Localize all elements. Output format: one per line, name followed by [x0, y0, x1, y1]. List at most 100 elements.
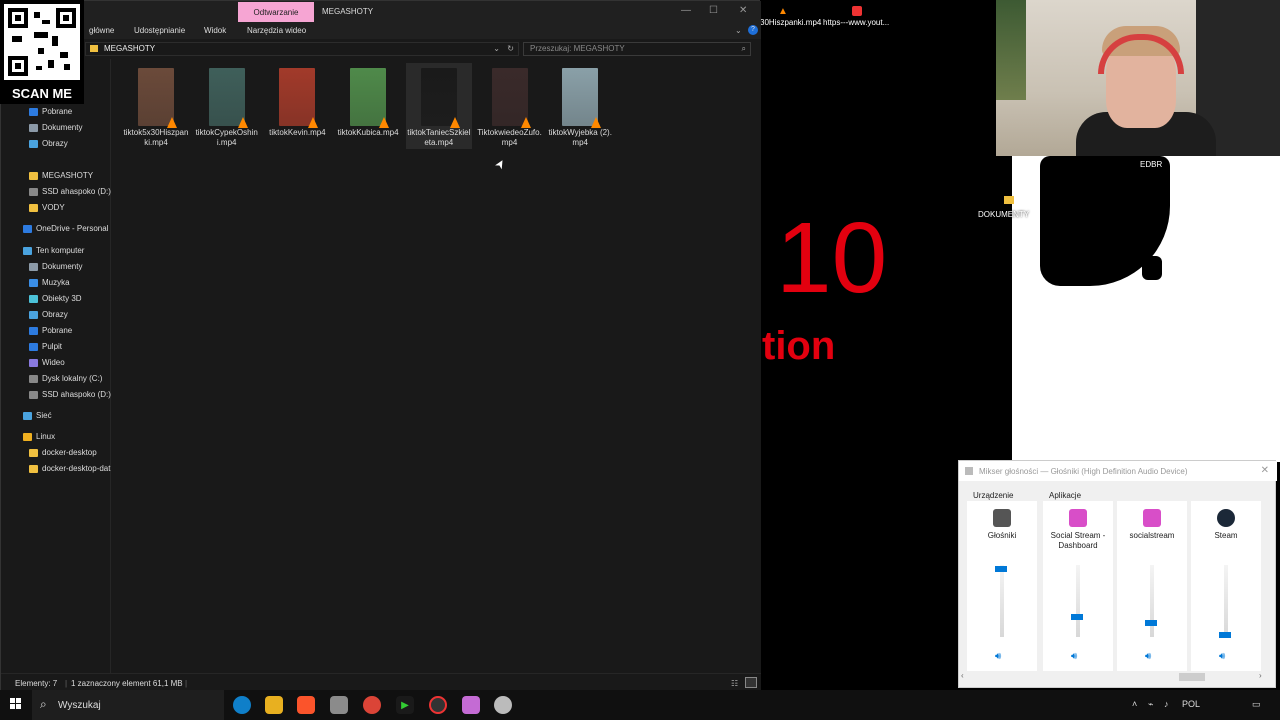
nav-item[interactable]: Obrazy: [29, 139, 68, 148]
ribbon-share[interactable]: Udostępnianie: [134, 26, 185, 35]
obs-icon[interactable]: [429, 696, 447, 714]
mute-speaker-icon[interactable]: 🔊︎: [1071, 651, 1077, 662]
nav-item[interactable]: Dysk lokalny (C:): [29, 374, 102, 383]
file-item[interactable]: tiktokKevin.mp4: [264, 59, 330, 138]
link-icon[interactable]: [852, 6, 862, 16]
app-icon[interactable]: [494, 696, 512, 714]
nav-item[interactable]: Wideo: [29, 358, 65, 367]
nav-item[interactable]: Ten komputer: [23, 246, 84, 255]
volume-slider-thumb[interactable]: [1145, 620, 1157, 627]
ribbon-menu: główne Udostępnianie Widok Narzędzia wid…: [1, 23, 761, 39]
vlc-icon[interactable]: ▲: [778, 6, 788, 17]
file-item[interactable]: tiktok5x30Hiszpanki.mp4: [123, 59, 189, 148]
edge-icon[interactable]: [233, 696, 251, 714]
folder-icon: [90, 45, 98, 52]
search-icon: ⌕: [40, 697, 47, 711]
chrome-icon[interactable]: [363, 696, 381, 714]
nav-item[interactable]: Dokumenty: [29, 123, 82, 132]
windows-start-icon[interactable]: [10, 698, 22, 710]
refresh-icon[interactable]: ↻: [507, 43, 514, 55]
vlc-cone-icon: [167, 117, 177, 128]
large-icons-view-icon[interactable]: [745, 677, 757, 688]
mixer-scrollbar[interactable]: ‹ ›: [961, 671, 1275, 683]
ribbon-view[interactable]: Widok: [204, 26, 226, 35]
file-item[interactable]: tiktokWyjebka (2).mp4: [547, 59, 613, 148]
ribbon-home[interactable]: główne: [89, 26, 114, 35]
volume-slider-thumb[interactable]: [995, 565, 1007, 572]
brave-icon[interactable]: [297, 696, 315, 714]
nav-item-label: MEGASHOTY: [42, 171, 94, 180]
desktop-link-label[interactable]: https---www.yout...: [823, 18, 889, 27]
notification-icon[interactable]: ▭: [1252, 699, 1261, 710]
scroll-right-icon[interactable]: ›: [1259, 671, 1262, 680]
mixer-title: Mikser głośności — Głośniki (High Defini…: [979, 467, 1188, 476]
desktop-icon-edbr[interactable]: EDBR: [1140, 160, 1162, 169]
mixer-channel: Głośniki 🔊︎: [967, 501, 1037, 673]
volume-slider-track[interactable]: [1000, 565, 1004, 637]
dropdown-icon[interactable]: ⌄: [493, 43, 500, 55]
nav-item[interactable]: Sieć: [23, 411, 52, 420]
language-indicator[interactable]: POL: [1182, 699, 1200, 709]
nav-item[interactable]: Muzyka: [29, 278, 70, 287]
nav-item[interactable]: OneDrive - Personal: [23, 224, 108, 233]
file-item[interactable]: tiktokKubica.mp4: [335, 59, 401, 138]
volume-icon[interactable]: ♪: [1164, 699, 1169, 709]
mute-speaker-icon[interactable]: 🔊︎: [995, 651, 1001, 662]
volume-slider-track[interactable]: [1076, 565, 1080, 637]
qr-module: [48, 60, 54, 68]
mixer-title-bar: Mikser głośności — Głośniki (High Defini…: [959, 461, 1277, 481]
scroll-thumb[interactable]: [1179, 673, 1205, 681]
nav-item[interactable]: Obiekty 3D: [29, 294, 82, 303]
nav-item[interactable]: Pobrane: [29, 326, 72, 335]
desktop-file-label[interactable]: 30Hiszpanki.mp4: [760, 18, 821, 27]
close-icon[interactable]: ✕: [739, 5, 747, 16]
nav-item[interactable]: SSD ahaspoko (D:): [29, 390, 111, 399]
nav-item[interactable]: Pulpit: [29, 342, 62, 351]
tab-playback[interactable]: Odtwarzanie: [238, 2, 314, 22]
desktop-icon-dokumenty[interactable]: DOKUMENTY: [978, 210, 1029, 219]
close-icon[interactable]: ✕: [1261, 465, 1269, 476]
minimize-icon[interactable]: —: [681, 5, 691, 16]
vlc-cone-icon: [237, 117, 248, 128]
nav-item[interactable]: docker-desktop: [29, 448, 97, 457]
vlc-cone-icon: [379, 117, 390, 128]
socialstream-icon[interactable]: [462, 696, 480, 714]
video-icon: [29, 358, 38, 367]
nav-item[interactable]: MEGASHOTY: [29, 171, 93, 180]
nav-item[interactable]: VODY: [29, 203, 65, 212]
volume-slider-thumb[interactable]: [1219, 631, 1231, 638]
network-icon[interactable]: ⌁: [1148, 699, 1153, 710]
file-item[interactable]: tiktokCypekOshini.mp4: [194, 59, 260, 148]
chevron-down-icon[interactable]: ⌄: [735, 26, 742, 35]
terminal-icon[interactable]: ▶: [396, 696, 414, 714]
nav-item-label: Pobrane: [42, 326, 73, 335]
file-name: tiktokTaniecSzkieleta.mp4: [407, 128, 471, 147]
tray-chevron-icon[interactable]: ˄: [1132, 699, 1137, 709]
nav-item[interactable]: Dokumenty: [29, 262, 82, 271]
volume-slider-thumb[interactable]: [1071, 613, 1083, 620]
maximize-icon[interactable]: ☐: [709, 5, 718, 16]
nav-item[interactable]: Pobrane: [29, 107, 72, 116]
file-item[interactable]: TiktokwiedeoZufo.mp4: [477, 59, 543, 148]
details-view-icon[interactable]: ☷: [731, 679, 738, 688]
scroll-left-icon[interactable]: ‹: [961, 671, 964, 680]
help-icon[interactable]: ?: [748, 25, 758, 35]
nav-item[interactable]: Obrazy: [29, 310, 68, 319]
ribbon-video-tools[interactable]: Narzędzia wideo: [247, 26, 306, 35]
qr-finder: [56, 8, 76, 28]
mute-speaker-icon[interactable]: 🔊︎: [1145, 651, 1151, 662]
nav-item[interactable]: Linux: [23, 432, 55, 441]
search-icon: ⌕: [741, 44, 746, 53]
nav-item[interactable]: docker-desktop-dat: [29, 464, 110, 473]
file-item[interactable]: tiktokTaniecSzkieleta.mp4: [405, 59, 472, 149]
nav-item[interactable]: SSD ahaspoko (D:): [29, 187, 111, 196]
scan-me-label: SCAN ME: [12, 86, 72, 101]
volume-slider-track[interactable]: [1224, 565, 1228, 637]
search-input[interactable]: Przeszukaj: MEGASHOTY ⌕: [523, 42, 751, 56]
address-bar[interactable]: MEGASHOTY ⌄ ↻: [85, 42, 519, 56]
file-explorer-icon[interactable]: [265, 696, 283, 714]
download-icon: [29, 107, 38, 116]
mute-speaker-icon[interactable]: 🔊︎: [1219, 651, 1225, 662]
taskbar-search[interactable]: ⌕ Wyszukaj: [32, 690, 224, 720]
app-icon[interactable]: [330, 696, 348, 714]
